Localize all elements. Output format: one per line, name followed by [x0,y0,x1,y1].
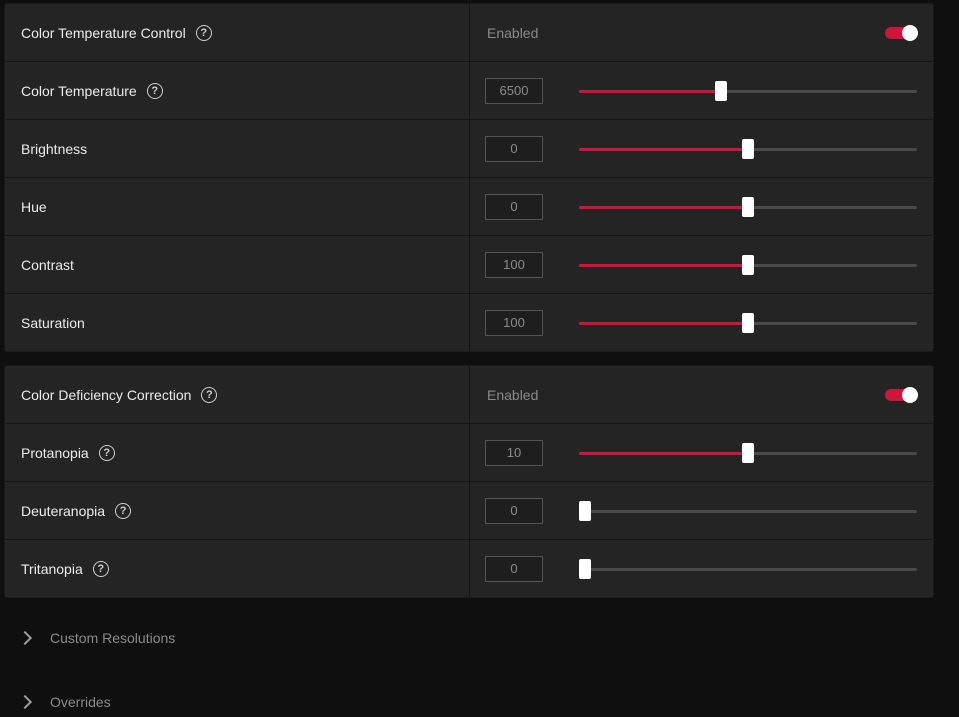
protanopia-value-field[interactable]: 10 [485,439,543,466]
contrast-slider[interactable] [579,254,917,275]
value-cell: 10 [470,424,933,481]
slider-track [579,567,917,571]
overrides-label: Overrides [50,694,111,710]
slider-thumb[interactable] [742,254,754,275]
protanopia-label: Protanopia [21,444,89,461]
value-cell: 0 [470,120,933,177]
help-icon[interactable]: ? [195,24,212,41]
color-deficiency-correction-label: Color Deficiency Correction [21,386,192,403]
color-deficiency-correction-toggle[interactable] [885,386,918,403]
overrides-section[interactable]: Overrides [0,687,959,717]
help-icon[interactable]: ? [92,560,109,577]
color-temperature-panel: Color Temperature Control ? Enabled Colo… [5,4,933,351]
tritanopia-value-field[interactable]: 0 [485,555,543,582]
color-temperature-control-row: Color Temperature Control ? Enabled [5,4,933,62]
tritanopia-label: Tritanopia [21,560,83,577]
value-cell: 6500 [470,62,933,119]
slider-thumb[interactable] [579,558,591,579]
slider-row-contrast: Contrast 100 [5,236,933,294]
label-cell: Tritanopia ? [5,540,470,597]
slider-row-tritanopia: Tritanopia ? 0 [5,540,933,597]
custom-resolutions-section[interactable]: Custom Resolutions [0,623,959,653]
hue-label: Hue [21,198,47,215]
slider-fill [579,205,748,209]
chevron-right-icon [17,694,33,710]
slider-thumb[interactable] [579,500,591,521]
label-cell: Color Deficiency Correction ? [5,366,470,423]
color-deficiency-correction-status: Enabled [487,386,539,403]
value-cell: Enabled [470,4,933,61]
slider-row-deuteranopia: Deuteranopia ? 0 [5,482,933,540]
slider-thumb[interactable] [742,138,754,159]
color-temperature-control-toggle[interactable] [885,24,918,41]
brightness-slider[interactable] [579,138,917,159]
label-cell: Contrast [5,236,470,293]
brightness-value-field[interactable]: 0 [485,135,543,162]
value-cell: 100 [470,236,933,293]
saturation-value-field[interactable]: 100 [485,309,543,336]
label-cell: Protanopia ? [5,424,470,481]
contrast-label: Contrast [21,256,74,273]
color-deficiency-panel: Color Deficiency Correction ? Enabled Pr… [5,366,933,597]
deuteranopia-slider[interactable] [579,500,917,521]
slider-row-protanopia: Protanopia ? 10 [5,424,933,482]
slider-thumb[interactable] [714,80,727,101]
label-cell: Saturation [5,294,470,351]
chevron-right-icon [17,630,33,646]
contrast-value-field[interactable]: 100 [485,251,543,278]
label-cell: Hue [5,178,470,235]
value-cell: 0 [470,482,933,539]
slider-fill [579,321,748,325]
hue-value-field[interactable]: 0 [485,193,543,220]
deuteranopia-value-field[interactable]: 0 [485,497,543,524]
brightness-label: Brightness [21,140,88,157]
slider-row-brightness: Brightness 0 [5,120,933,178]
slider-thumb[interactable] [742,442,754,463]
help-icon[interactable]: ? [201,386,218,403]
slider-fill [579,89,721,93]
color-temperature-slider[interactable] [579,80,917,101]
slider-fill [579,263,748,267]
slider-thumb[interactable] [742,196,754,217]
color-temperature-value-field[interactable]: 6500 [485,77,543,104]
slider-fill [579,451,748,455]
custom-resolutions-label: Custom Resolutions [50,630,176,646]
value-cell: 0 [470,540,933,597]
label-cell: Brightness [5,120,470,177]
color-temperature-control-label: Color Temperature Control [21,24,186,41]
label-cell: Color Temperature ? [5,62,470,119]
slider-fill [579,147,748,151]
hue-slider[interactable] [579,196,917,217]
value-cell: 0 [470,178,933,235]
slider-track [579,509,917,513]
label-cell: Deuteranopia ? [5,482,470,539]
toggle-knob [902,24,918,41]
color-temperature-control-status: Enabled [487,24,539,41]
tritanopia-slider[interactable] [579,558,917,579]
slider-row-saturation: Saturation 100 [5,294,933,351]
color-temperature-label: Color Temperature [21,82,137,99]
label-cell: Color Temperature Control ? [5,4,470,61]
toggle-knob [902,386,918,403]
help-icon[interactable]: ? [98,444,115,461]
slider-row-hue: Hue 0 [5,178,933,236]
saturation-slider[interactable] [579,312,917,333]
color-deficiency-correction-row: Color Deficiency Correction ? Enabled [5,366,933,424]
deuteranopia-label: Deuteranopia [21,502,106,519]
saturation-label: Saturation [21,314,85,331]
value-cell: 100 [470,294,933,351]
value-cell: Enabled [470,366,933,423]
protanopia-slider[interactable] [579,442,917,463]
help-icon[interactable]: ? [146,82,163,99]
slider-thumb[interactable] [742,312,754,333]
help-icon[interactable]: ? [115,502,132,519]
slider-row-color-temperature: Color Temperature ? 6500 [5,62,933,120]
